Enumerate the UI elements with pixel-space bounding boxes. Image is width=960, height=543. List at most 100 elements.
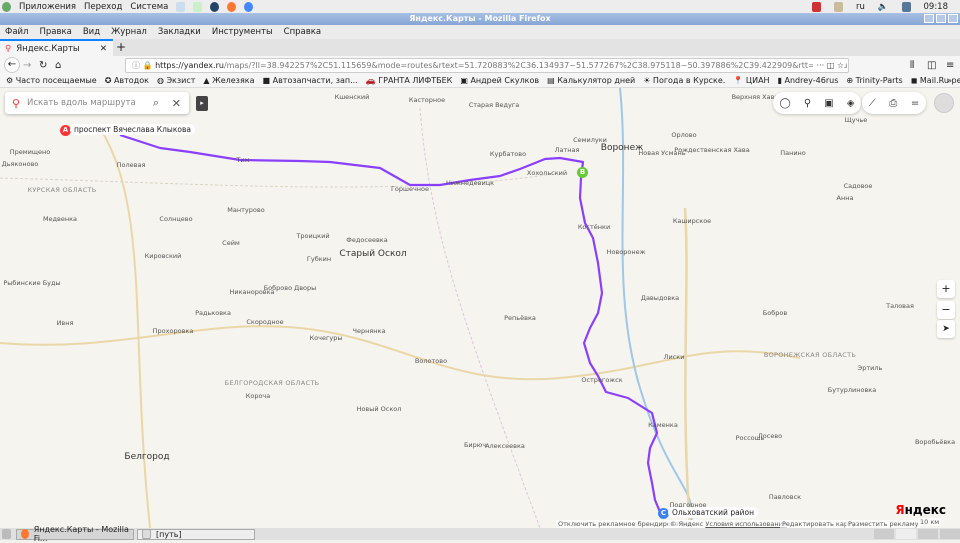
place-label: Дьяконово bbox=[1, 160, 39, 168]
menu-view[interactable]: Вид bbox=[83, 27, 100, 37]
back-button[interactable]: ← bbox=[4, 57, 20, 73]
place-label: Прохоровка bbox=[152, 327, 194, 335]
bookmark-item[interactable]: ■ Автозапчасти, зап... bbox=[262, 76, 357, 85]
layers-icon[interactable]: ◈ bbox=[847, 98, 855, 109]
maximize-button[interactable] bbox=[936, 14, 946, 23]
yandex-pin-icon: ⚲ bbox=[12, 97, 21, 110]
menu-bookmarks[interactable]: Закладки bbox=[158, 27, 201, 37]
bookmark-icon: ☀ bbox=[643, 76, 653, 85]
print-icon[interactable]: ⎙ bbox=[889, 98, 897, 109]
url-bar[interactable]: ⓘ 🔒 https://yandex.ru/maps/?ll=38.942257… bbox=[125, 58, 849, 73]
traffic-icon[interactable]: ◯ bbox=[780, 98, 791, 109]
github-icon[interactable] bbox=[210, 1, 220, 12]
bookmark-item[interactable]: ✪ Автодок bbox=[105, 76, 149, 85]
bookmark-icon: ■ bbox=[262, 76, 273, 85]
bookmark-item[interactable]: ▲ Железяка bbox=[203, 76, 254, 85]
place-label: Лиски bbox=[663, 353, 685, 361]
close-tab-button[interactable]: ✕ bbox=[100, 44, 107, 54]
tab-yandex-maps[interactable]: ⚲ Яндекс.Карты ✕ bbox=[0, 39, 113, 56]
hamburger-menu-icon[interactable]: ≡ bbox=[946, 60, 954, 71]
new-tab-button[interactable]: + bbox=[116, 40, 126, 54]
highway-m4 bbox=[683, 207, 692, 528]
ruler-icon[interactable]: ⟋ bbox=[869, 98, 876, 109]
zoom-in-button[interactable]: + bbox=[937, 280, 955, 298]
menu-tools[interactable]: Инструменты bbox=[212, 27, 273, 37]
taskbar: Яндекс.Карты - Mozilla Fi... [путь] bbox=[0, 525, 960, 543]
minimize-button[interactable] bbox=[924, 14, 934, 23]
bookmark-item[interactable]: 🚗 ГРАНТА ЛИФТБЕК bbox=[366, 76, 453, 85]
home-button[interactable]: ⌂ bbox=[55, 60, 61, 71]
keyboard-layout[interactable]: ru bbox=[856, 2, 865, 12]
library-icon[interactable]: ⫴ bbox=[910, 60, 914, 71]
update-icon[interactable] bbox=[812, 1, 822, 12]
place-label: БЕЛГОРОДСКАЯ ОБЛАСТЬ bbox=[224, 379, 320, 387]
bookmark-item[interactable]: ▤ Калькулятор дней bbox=[547, 76, 635, 85]
system-menu-places[interactable]: Переход bbox=[84, 2, 122, 12]
navigation-toolbar: ← → ↻ ⌂ ⓘ 🔒 https://yandex.ru/maps/?ll=3… bbox=[0, 56, 960, 74]
bookmark-label: Погода в Курске. bbox=[652, 76, 726, 85]
system-menu-apps[interactable]: Приложения bbox=[19, 2, 76, 12]
folder-icon bbox=[142, 529, 151, 539]
bookmark-item[interactable]: ☀ Погода в Курске. bbox=[643, 76, 725, 85]
place-label: Павловск bbox=[768, 493, 802, 501]
bookmark-label: Автозапчасти, зап... bbox=[272, 76, 358, 85]
waypoint-a-label[interactable]: проспект Вячеслава Клыкова bbox=[70, 124, 195, 135]
terms-link[interactable]: Условия использования bbox=[705, 520, 786, 528]
collapse-panel-button[interactable]: ▸ bbox=[196, 96, 208, 111]
bookmark-item[interactable]: ⊕ Trinity-Parts bbox=[846, 76, 902, 85]
waypoint-c-label[interactable]: Ольховатский район bbox=[668, 507, 759, 518]
bookmark-item[interactable]: ▮ Andrey-46rus bbox=[778, 76, 839, 85]
search-placeholder: Искать вдоль маршрута bbox=[27, 98, 136, 108]
menu-edit[interactable]: Правка bbox=[39, 27, 71, 37]
bookmark-item[interactable]: ▣ Андрей Скулков bbox=[460, 76, 539, 85]
menu-help[interactable]: Справка bbox=[284, 27, 321, 37]
place-label: Ивня bbox=[56, 319, 74, 327]
bookmarks-overflow-button[interactable]: » bbox=[947, 76, 952, 85]
menu-file[interactable]: Файл bbox=[5, 27, 28, 37]
map-canvas[interactable]: Кшенский Касторное Старая Ведуга Семилуки Во… bbox=[0, 88, 960, 528]
bookmark-item[interactable]: ⚙ Часто посещаемые bbox=[6, 76, 97, 85]
bookmark-icon: 📍 bbox=[733, 76, 746, 85]
taskbar-firefox[interactable]: Яндекс.Карты - Mozilla Fi... bbox=[16, 525, 134, 543]
chrome-icon[interactable] bbox=[244, 1, 254, 12]
place-label: Касторное bbox=[408, 96, 446, 104]
page-actions[interactable]: ··· ◫ ☆ bbox=[812, 61, 844, 70]
forward-button[interactable]: → bbox=[23, 60, 31, 71]
info-icon[interactable]: ⓘ bbox=[132, 60, 143, 71]
clear-search-icon[interactable]: ✕ bbox=[172, 97, 181, 110]
transit-icon[interactable]: ▣ bbox=[824, 98, 833, 109]
bookmark-item[interactable]: ◼ Mail.Ru рекоменду... bbox=[911, 76, 960, 85]
bookmark-item[interactable]: ◍ Экзист bbox=[157, 76, 195, 85]
system-menu-system[interactable]: Система bbox=[130, 2, 168, 12]
place-label: Федосеевка bbox=[346, 236, 388, 244]
clipboard-icon[interactable] bbox=[834, 1, 844, 12]
place-label: Острогожск bbox=[581, 376, 623, 384]
place-label: Репьёвка bbox=[504, 314, 536, 322]
sidebar-icon[interactable]: ◫ bbox=[927, 60, 936, 71]
taskbar-folder[interactable]: [путь] bbox=[137, 528, 255, 540]
volume-icon[interactable]: 🔈 bbox=[878, 2, 889, 12]
place-label: Кочегуры bbox=[309, 334, 343, 342]
place-ad-link[interactable]: Разместить рекламу bbox=[846, 520, 921, 528]
reload-button[interactable]: ↻ bbox=[39, 60, 47, 71]
close-window-button[interactable] bbox=[948, 14, 958, 23]
place-label: Боброво Дворы bbox=[263, 284, 317, 292]
firefox-icon[interactable] bbox=[227, 1, 237, 12]
bookmark-item[interactable]: 📍 ЦИАН bbox=[733, 76, 769, 85]
show-desktop-icon[interactable] bbox=[2, 529, 11, 539]
text-editor-icon[interactable] bbox=[176, 1, 186, 12]
panorama-icon[interactable]: ⚲ bbox=[804, 98, 811, 109]
more-icon[interactable]: = bbox=[911, 98, 919, 109]
menu-history[interactable]: Журнал bbox=[111, 27, 147, 37]
user-avatar[interactable] bbox=[934, 93, 954, 113]
route-search-input[interactable]: ⚲ Искать вдоль маршрута ⌕ ✕ bbox=[5, 92, 189, 114]
search-icon[interactable]: ⌕ bbox=[153, 96, 159, 110]
waypoint-b-marker[interactable]: B bbox=[577, 167, 588, 178]
place-label: Каменка bbox=[648, 421, 678, 429]
spreadsheet-icon[interactable] bbox=[193, 1, 203, 12]
place-label: Троицкий bbox=[296, 232, 330, 240]
network-icon[interactable] bbox=[901, 1, 911, 12]
workspace-switcher[interactable] bbox=[874, 529, 960, 539]
geolocation-button[interactable]: ➤ bbox=[937, 320, 955, 338]
zoom-out-button[interactable]: − bbox=[937, 301, 955, 319]
